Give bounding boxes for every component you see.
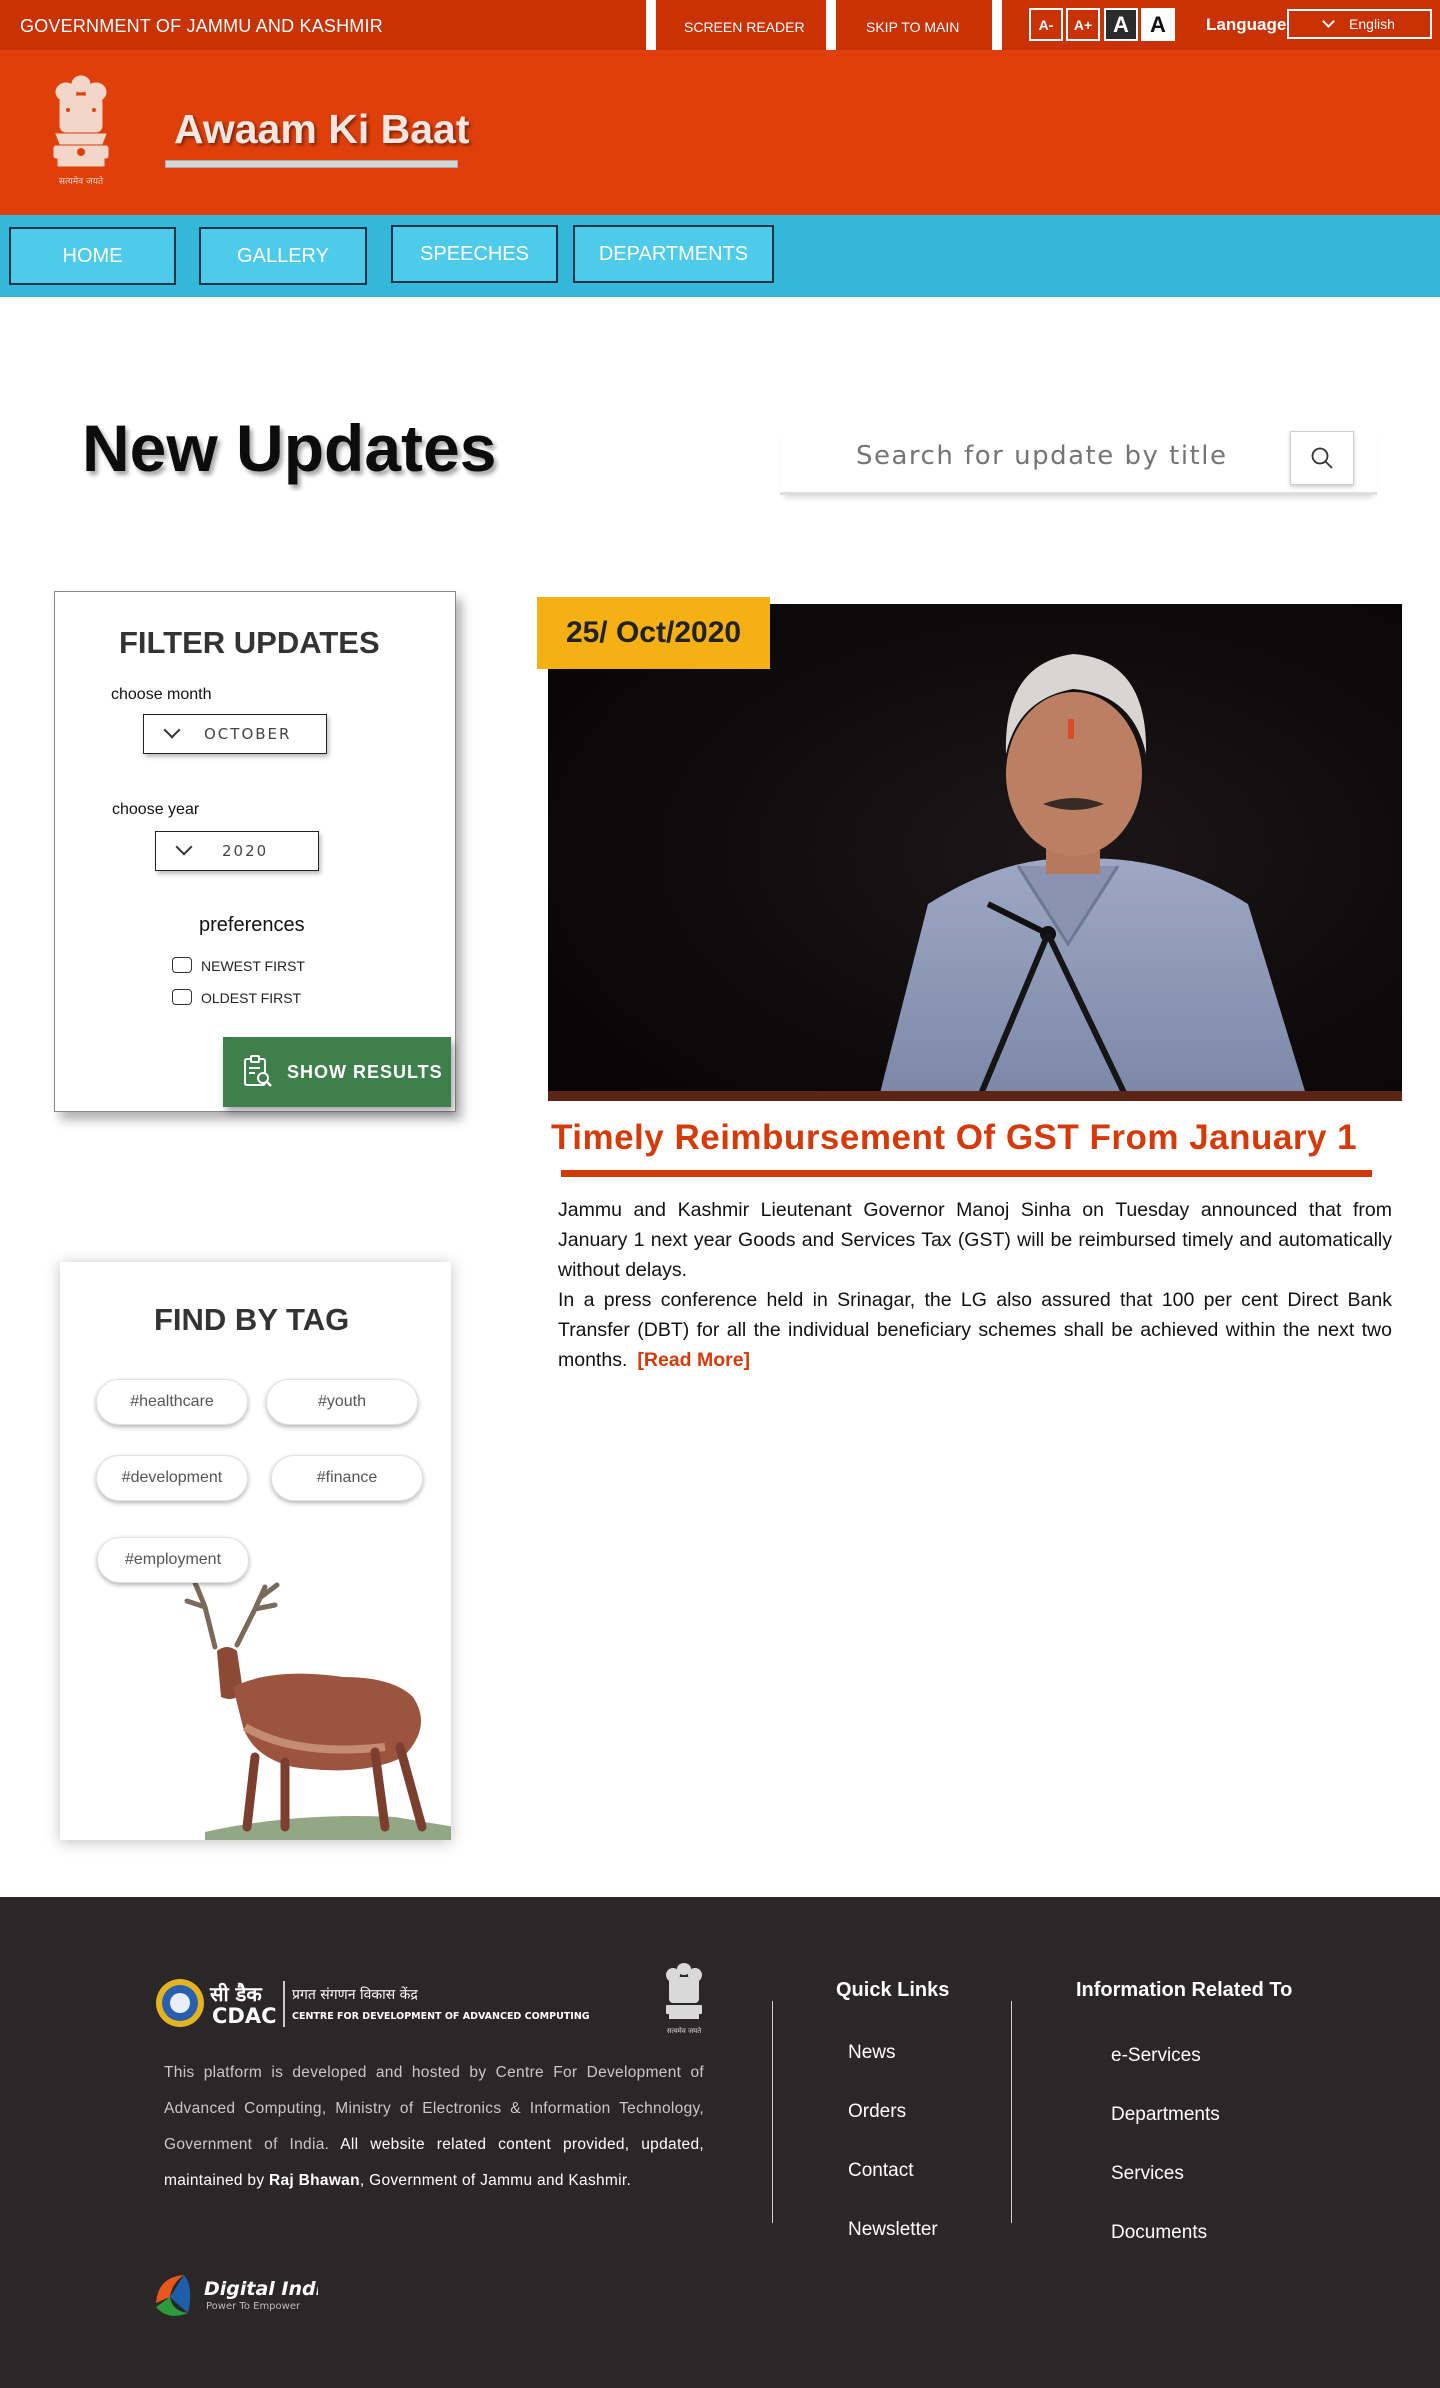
page-title: New Updates	[82, 411, 497, 485]
oldest-first-checkbox[interactable]	[172, 989, 192, 1005]
title-divider	[561, 1170, 1372, 1177]
article-paragraph: Jammu and Kashmir Lieutenant Governor Ma…	[558, 1199, 1392, 1281]
tag-title: FIND BY TAG	[154, 1302, 350, 1337]
month-label: choose month	[111, 686, 212, 703]
year-value: 2020	[222, 842, 269, 860]
divider	[826, 0, 836, 50]
about-government-text: , Government of Jammu and Kashmir.	[359, 2172, 632, 2189]
footer-link-documents[interactable]: Documents	[1111, 2222, 1207, 2244]
show-results-label: SHOW RESULTS	[287, 1061, 443, 1082]
filter-title: FILTER UPDATES	[119, 625, 380, 660]
footer-link-services[interactable]: Services	[1111, 2163, 1184, 2185]
font-decrease-button[interactable]: A-	[1029, 8, 1063, 41]
cdac-short: CDAC	[212, 2004, 277, 2028]
hangul-deer-illustration	[184, 1580, 451, 1840]
month-value: OCTOBER	[204, 725, 292, 743]
screen-reader-link[interactable]: SCREEN READER	[684, 19, 805, 35]
newest-first-checkbox[interactable]	[172, 957, 192, 973]
nav-home[interactable]: HOME	[9, 227, 176, 285]
filter-panel: FILTER UPDATES choose month OCTOBER choo…	[54, 591, 456, 1112]
footer-link-departments[interactable]: Departments	[1111, 2104, 1220, 2126]
light-theme-button[interactable]: A	[1141, 8, 1175, 41]
digital-india-logo[interactable]: Digital India Power To Empower	[148, 2263, 318, 2323]
language-select[interactable]: English	[1287, 9, 1432, 39]
clipboard-search-icon	[244, 1055, 272, 1087]
tag-employment[interactable]: #employment	[97, 1537, 249, 1583]
chevron-down-icon	[163, 721, 181, 739]
nav-gallery[interactable]: GALLERY	[199, 227, 367, 285]
divider	[646, 0, 656, 50]
cdac-english: CENTRE FOR DEVELOPMENT OF ADVANCED COMPU…	[292, 2011, 590, 2022]
tag-finance[interactable]: #finance	[271, 1455, 423, 1501]
font-increase-button[interactable]: A+	[1066, 8, 1100, 41]
search-bar	[780, 425, 1377, 495]
footer-divider	[1011, 2001, 1012, 2223]
nav-departments[interactable]: DEPARTMENTS	[573, 225, 774, 283]
cdac-logo: सी डैक CDAC प्रगत संगणन विकास केंद्र CEN…	[156, 1979, 590, 2028]
search-button[interactable]	[1290, 431, 1354, 485]
site-footer: सी डैक CDAC प्रगत संगणन विकास केंद्र CEN…	[0, 1897, 1440, 2388]
show-results-button[interactable]: SHOW RESULTS	[223, 1037, 451, 1107]
footer-link-contact[interactable]: Contact	[848, 2160, 913, 2182]
year-select[interactable]: 2020	[155, 831, 319, 871]
digital-india-tagline: Power To Empower	[206, 2301, 301, 2312]
emblem-motto: सत्यमेव जयते	[59, 175, 104, 187]
chevron-down-icon	[175, 838, 193, 856]
language-label: Language	[1206, 15, 1287, 34]
main-nav: HOME GALLERY SPEECHES DEPARTMENTS	[0, 215, 1440, 297]
nav-speeches[interactable]: SPEECHES	[391, 225, 558, 283]
article-date-badge: 25/ Oct/2020	[537, 597, 770, 669]
article-body: Jammu and Kashmir Lieutenant Governor Ma…	[558, 1195, 1392, 1375]
preferences-title: preferences	[199, 914, 305, 936]
newest-first-label: NEWEST FIRST	[201, 958, 305, 974]
search-icon	[1311, 447, 1333, 469]
language-value: English	[1349, 16, 1395, 32]
footer-link-newsletter[interactable]: Newsletter	[848, 2219, 938, 2241]
footer-about-text: This platform is developed and hosted by…	[164, 2055, 704, 2199]
tag-youth[interactable]: #youth	[266, 1379, 418, 1425]
divider	[992, 0, 1002, 50]
top-bar: GOVERNMENT OF JAMMU AND KASHMIR SCREEN R…	[0, 0, 1440, 50]
cdac-hindi-full: प्रगत संगणन विकास केंद्र	[292, 1986, 418, 2003]
cdac-hindi: सी डैक	[209, 1982, 263, 2006]
month-select[interactable]: OCTOBER	[143, 714, 327, 754]
article-title[interactable]: Timely Reimbursement Of GST From January…	[551, 1118, 1357, 1158]
info-related-title: Information Related To	[1076, 1979, 1293, 2001]
speaker-photo-image	[548, 604, 1402, 1101]
national-emblem-icon: सत्यमेव जयते	[666, 1963, 702, 2035]
site-title[interactable]: Awaam Ki Baat	[174, 106, 469, 153]
government-title: GOVERNMENT OF JAMMU AND KASHMIR	[20, 16, 383, 36]
dark-theme-button[interactable]: A	[1104, 8, 1138, 41]
search-input[interactable]	[780, 425, 1280, 487]
footer-link-orders[interactable]: Orders	[848, 2101, 906, 2123]
emblem-motto: सत्यमेव जयते	[667, 2026, 702, 2035]
tag-healthcare[interactable]: #healthcare	[96, 1379, 248, 1425]
title-underline	[165, 160, 458, 168]
national-emblem-icon: सत्यमेव जयते	[53, 75, 109, 187]
skip-to-main-link[interactable]: SKIP TO MAIN	[866, 19, 959, 35]
oldest-first-label: OLDEST FIRST	[201, 990, 302, 1006]
raj-bhawan-text: Raj Bhawan	[269, 2172, 360, 2189]
read-more-link[interactable]: [Read More]	[637, 1349, 750, 1371]
year-label: choose year	[112, 801, 200, 818]
chevron-down-icon	[1322, 15, 1335, 28]
footer-divider	[772, 2001, 773, 2223]
site-header: सत्यमेव जयते Awaam Ki Baat	[0, 50, 1440, 215]
digital-india-text: Digital India	[204, 2278, 318, 2300]
footer-link-news[interactable]: News	[848, 2042, 896, 2064]
tag-panel: FIND BY TAG #healthcare #youth #developm…	[60, 1262, 451, 1840]
tag-development[interactable]: #development	[96, 1455, 248, 1501]
footer-link-eservices[interactable]: e-Services	[1111, 2045, 1201, 2067]
quick-links-title: Quick Links	[836, 1979, 950, 2001]
article-photo[interactable]	[548, 604, 1402, 1101]
